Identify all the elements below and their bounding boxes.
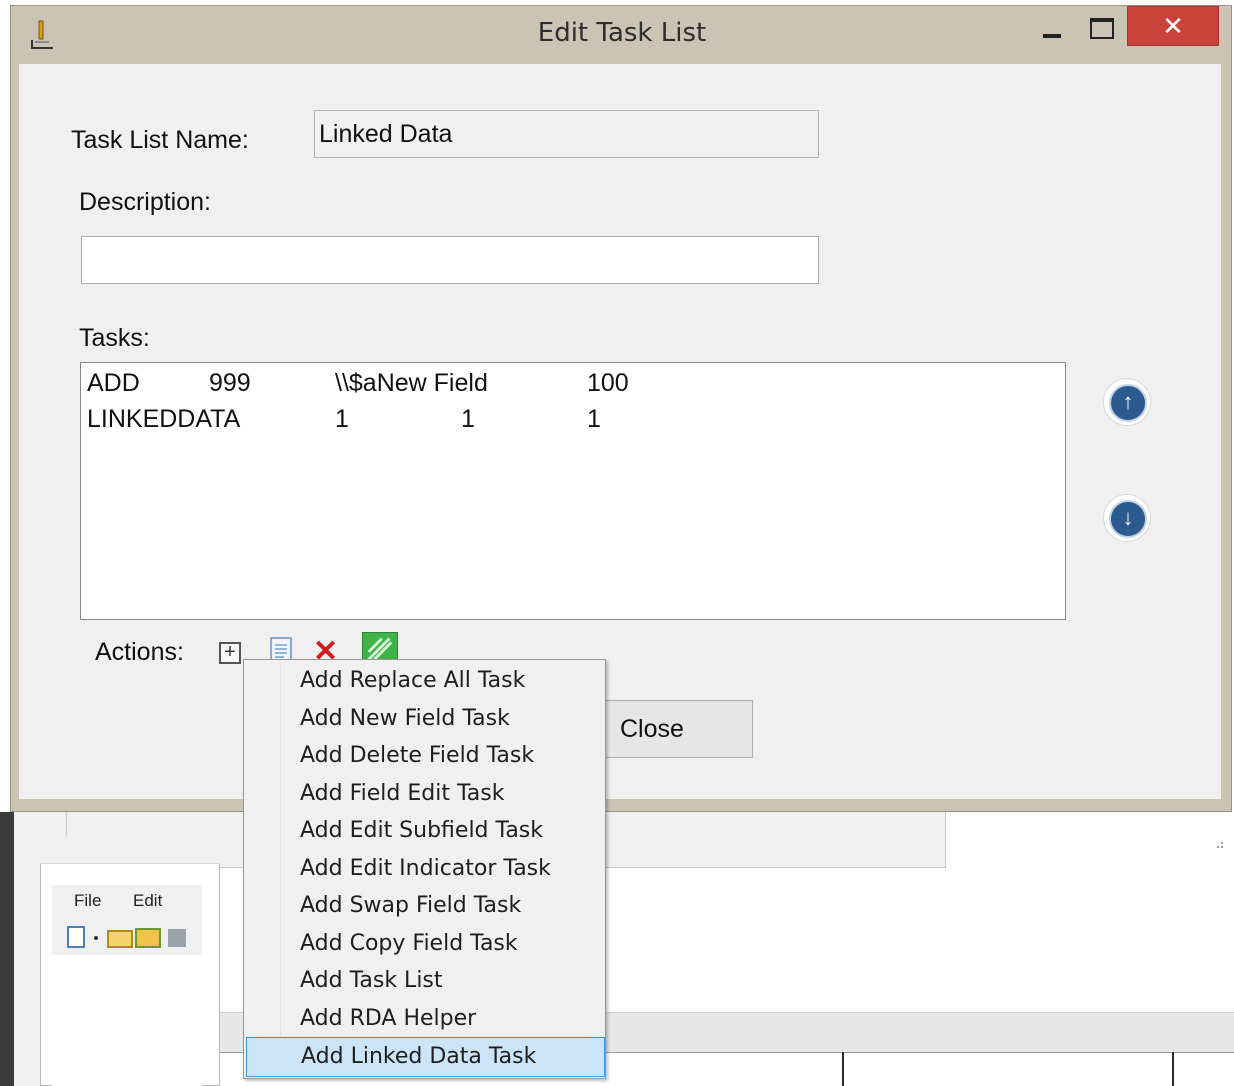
actions-label: Actions: [95, 638, 184, 666]
dialog-titlebar[interactable]: Edit Task List ✕ [11, 6, 1233, 64]
edit-task-list-dialog: Edit Task List ✕ Task List Name: Linked … [10, 5, 1233, 848]
menu-item-add-edit-subfield-task[interactable]: Add Edit Subfield Task [246, 812, 603, 850]
background-window-edge [0, 812, 14, 1086]
task-list-name-label: Task List Name: [71, 126, 249, 154]
task-cell-field: 999 [209, 369, 251, 397]
resize-grip-icon[interactable] [1209, 834, 1225, 850]
background-column-divider [1172, 1052, 1174, 1086]
task-cell-extra: 100 [587, 369, 629, 397]
background-menubar: File Edit [52, 885, 202, 921]
menu-item-add-new-field-task[interactable]: Add New Field Task [246, 700, 603, 738]
close-button[interactable]: Close [589, 700, 753, 758]
menu-item-label: Add Edit Indicator Task [300, 855, 551, 881]
background-document-area [52, 955, 202, 1086]
background-menu-file[interactable]: File [74, 891, 101, 911]
task-cell-type: LINKEDDATA [87, 405, 241, 433]
menu-item-add-edit-indicator-task[interactable]: Add Edit Indicator Task [246, 850, 603, 888]
background-secondary-titlebar [40, 836, 220, 864]
menu-item-add-field-edit-task[interactable]: Add Field Edit Task [246, 775, 603, 813]
background-column-divider [842, 1052, 844, 1086]
add-task-icon[interactable]: + [219, 642, 241, 664]
menu-item-label: Add New Field Task [300, 705, 510, 731]
move-down-button[interactable]: ↓ [1103, 494, 1151, 542]
arrow-up-icon: ↑ [1109, 384, 1147, 422]
add-task-context-menu: Add Replace All Task Add New Field Task … [243, 659, 606, 1079]
task-cell-field: 1 [335, 405, 349, 433]
task-cell-value: \\$aNew Field [335, 369, 488, 397]
menu-item-label: Add Copy Field Task [300, 930, 518, 956]
description-field[interactable] [81, 236, 819, 284]
background-toolbar-icons [67, 926, 186, 948]
menu-item-label: Add Replace All Task [300, 668, 526, 693]
menu-item-label: Add Field Edit Task [300, 780, 505, 806]
menu-item-label: Add RDA Helper [300, 1005, 477, 1031]
task-cell-value: 1 [461, 405, 475, 433]
menu-item-add-task-list[interactable]: Add Task List [246, 962, 603, 1000]
task-row[interactable]: LINKEDDATA 1 1 1 [81, 405, 1061, 441]
menu-item-add-rda-helper[interactable]: Add RDA Helper [246, 1000, 603, 1038]
menu-item-label: Add Delete Field Task [300, 743, 535, 768]
menu-item-add-replace-all-task[interactable]: Add Replace All Task [246, 662, 603, 700]
arrow-down-icon: ↓ [1109, 500, 1147, 538]
menu-item-label: Add Swap Field Task [300, 893, 522, 918]
menu-item-add-delete-field-task[interactable]: Add Delete Field Task [246, 737, 603, 775]
menu-item-add-swap-field-task[interactable]: Add Swap Field Task [246, 887, 603, 925]
task-cell-type: ADD [87, 369, 140, 397]
menu-item-add-copy-field-task[interactable]: Add Copy Field Task [246, 925, 603, 963]
description-label: Description: [79, 188, 211, 216]
menu-item-label: Add Linked Data Task [301, 1044, 537, 1069]
window-close-button[interactable]: ✕ [1127, 6, 1219, 46]
dialog-client-area: Task List Name: Linked Data Description:… [19, 64, 1223, 848]
background-toolbar [52, 921, 202, 955]
background-menu-edit[interactable]: Edit [133, 891, 162, 911]
maximize-button[interactable] [1081, 10, 1121, 44]
menu-item-add-linked-data-task[interactable]: Add Linked Data Task [246, 1037, 605, 1077]
task-row[interactable]: ADD 999 \\$aNew Field 100 [81, 369, 1061, 405]
menu-item-label: Add Edit Subfield Task [300, 818, 543, 843]
task-list-name-field[interactable]: Linked Data [314, 110, 819, 158]
tasks-list[interactable]: ADD 999 \\$aNew Field 100 LINKEDDATA 1 1… [80, 362, 1066, 620]
move-up-button[interactable]: ↑ [1103, 378, 1151, 426]
task-cell-extra: 1 [587, 405, 601, 433]
minimize-button[interactable] [1035, 10, 1071, 44]
tasks-label: Tasks: [79, 324, 150, 352]
menu-item-label: Add Task List [300, 968, 443, 993]
